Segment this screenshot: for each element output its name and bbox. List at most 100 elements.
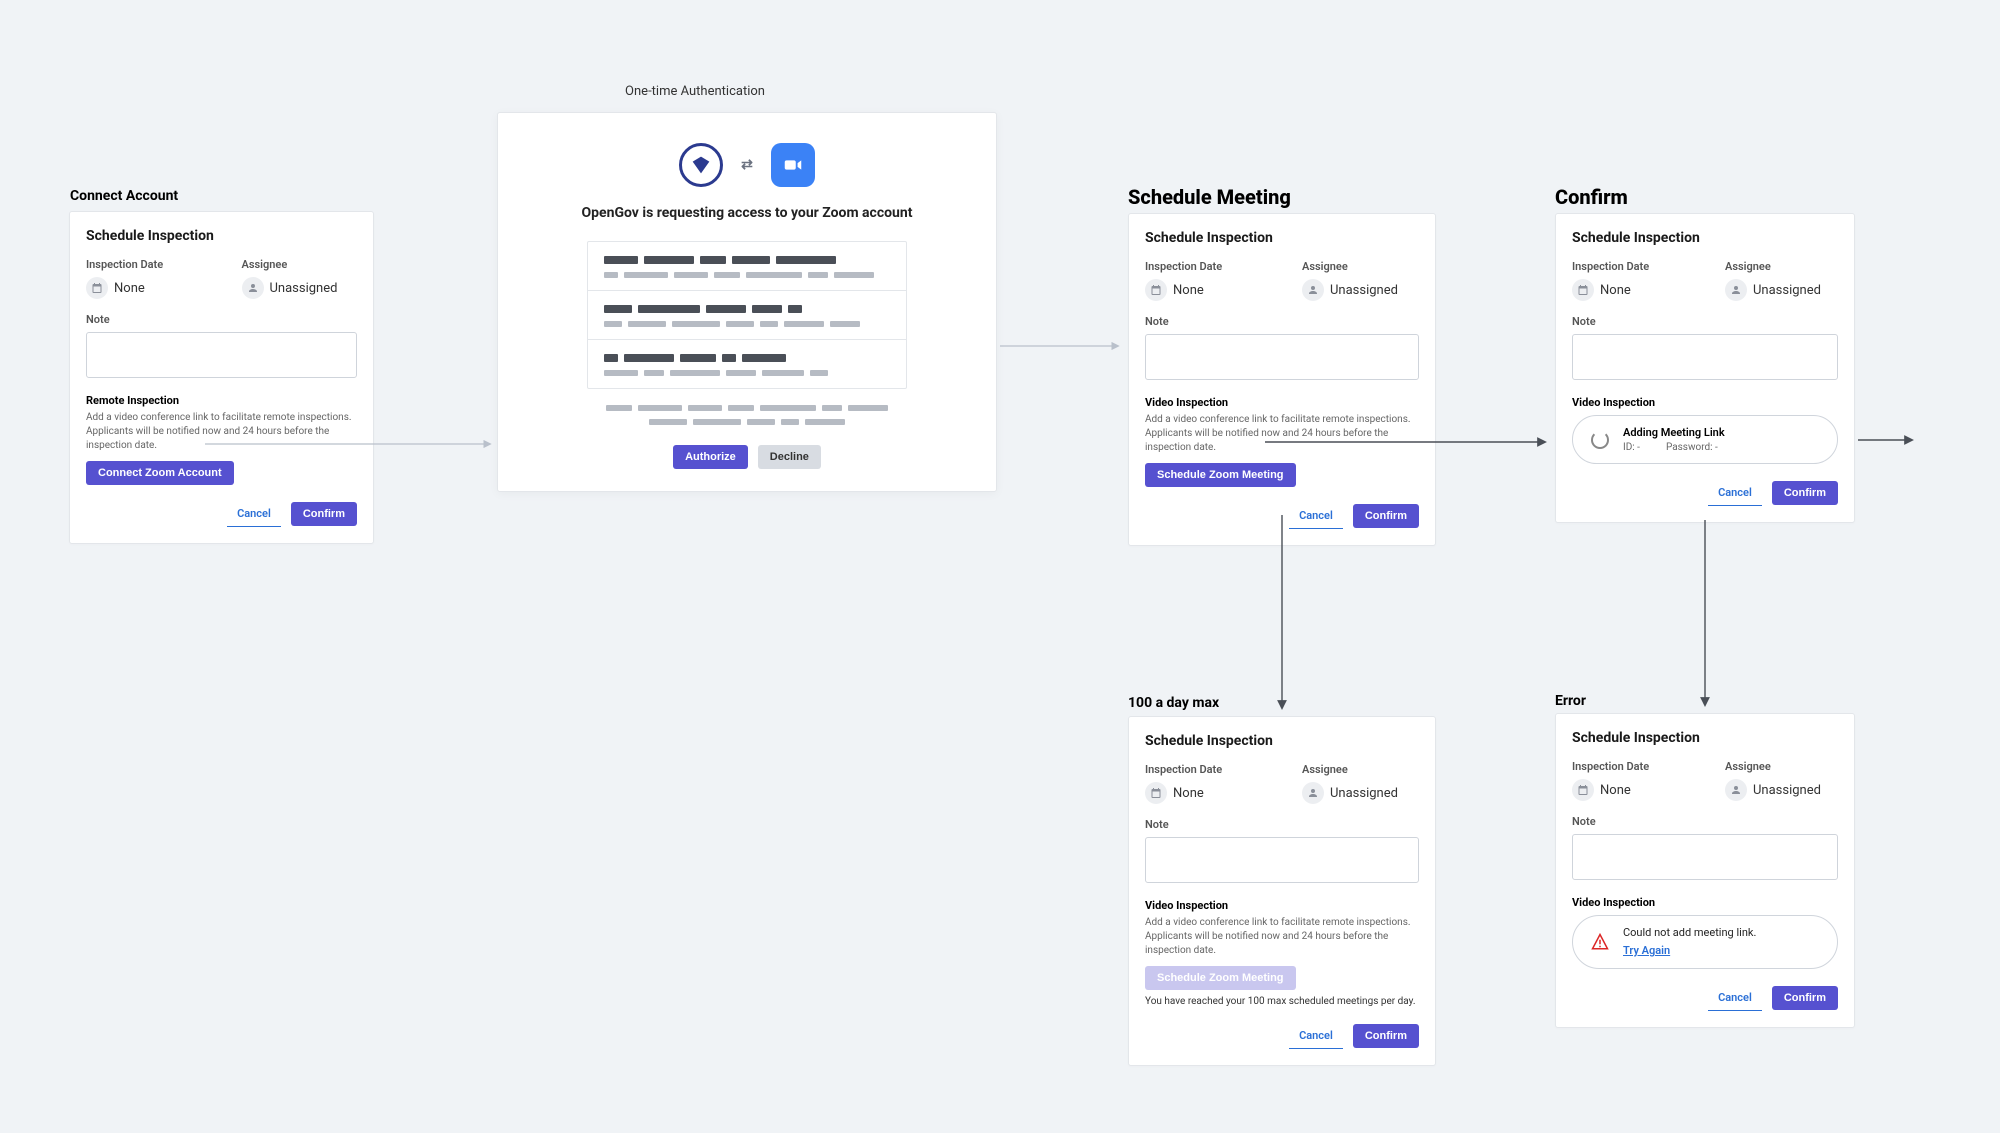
assignee-value[interactable]: Unassigned <box>242 277 338 299</box>
user-icon <box>242 277 264 299</box>
error-card: Schedule Inspection Inspection Date None… <box>1555 713 1855 1028</box>
error-pill: Could not add meeting link. Try Again <box>1572 915 1838 969</box>
inspection-date-label: Inspection Date <box>1572 760 1685 773</box>
inspection-date-label: Inspection Date <box>86 258 202 271</box>
card-title: Schedule Inspection <box>86 228 357 244</box>
card-title: Schedule Inspection <box>1572 230 1838 246</box>
user-icon <box>1302 782 1324 804</box>
note-input[interactable] <box>1572 334 1838 380</box>
confirm-button[interactable]: Confirm <box>1772 481 1838 505</box>
calendar-icon <box>1145 279 1167 301</box>
note-label: Note <box>1572 315 1838 328</box>
section-connect-title: Connect Account <box>70 188 178 204</box>
inspection-date-label: Inspection Date <box>1572 260 1685 273</box>
connect-zoom-button[interactable]: Connect Zoom Account <box>86 461 234 485</box>
assignee-value[interactable]: Unassigned <box>1725 279 1821 301</box>
warning-icon <box>1591 933 1609 951</box>
auth-heading: OpenGov is requesting access to your Zoo… <box>524 205 970 221</box>
inspection-date-value[interactable]: None <box>1572 279 1631 301</box>
assignee-value[interactable]: Unassigned <box>1725 779 1821 801</box>
authorize-button[interactable]: Authorize <box>673 445 748 469</box>
confirm-button[interactable]: Confirm <box>291 502 357 526</box>
video-desc: Add a video conference link to facilitat… <box>1145 413 1419 455</box>
calendar-icon <box>1145 782 1167 804</box>
note-label: Note <box>1572 815 1838 828</box>
auth-card: ⇄ OpenGov is requesting access to your Z… <box>497 112 997 492</box>
cancel-button[interactable]: Cancel <box>227 501 281 527</box>
user-icon <box>1725 779 1747 801</box>
connect-card: Schedule Inspection Inspection Date None… <box>69 211 374 544</box>
user-icon <box>1302 279 1324 301</box>
permission-item <box>588 291 906 340</box>
inspection-date-value[interactable]: None <box>1572 779 1631 801</box>
cancel-button[interactable]: Cancel <box>1708 985 1762 1011</box>
loading-title: Adding Meeting Link <box>1623 426 1725 439</box>
inspection-date-value[interactable]: None <box>1145 279 1204 301</box>
swap-icon: ⇄ <box>741 157 753 173</box>
section-schedule-title: Schedule Meeting <box>1128 185 1291 209</box>
cancel-button[interactable]: Cancel <box>1289 503 1343 529</box>
try-again-link[interactable]: Try Again <box>1623 944 1670 957</box>
spinner-icon <box>1591 431 1609 449</box>
video-header: Video Inspection <box>1145 899 1419 912</box>
assignee-label: Assignee <box>1302 763 1419 776</box>
calendar-icon <box>1572 279 1594 301</box>
opengov-logo <box>679 143 723 187</box>
inspection-date-label: Inspection Date <box>1145 260 1262 273</box>
section-max-title: 100 a day max <box>1128 695 1219 711</box>
zoom-logo <box>771 143 815 187</box>
note-label: Note <box>1145 315 1419 328</box>
remote-desc: Add a video conference link to facilitat… <box>86 411 357 453</box>
note-input[interactable] <box>1572 834 1838 880</box>
note-label: Note <box>1145 818 1419 831</box>
assignee-label: Assignee <box>1302 260 1419 273</box>
note-label: Note <box>86 313 357 326</box>
cancel-button[interactable]: Cancel <box>1289 1023 1343 1049</box>
section-auth-title: One-time Authentication <box>495 84 895 99</box>
assignee-value[interactable]: Unassigned <box>1302 782 1398 804</box>
user-icon <box>1725 279 1747 301</box>
note-input[interactable] <box>1145 334 1419 380</box>
assignee-label: Assignee <box>242 258 358 271</box>
calendar-icon <box>1572 779 1594 801</box>
remote-header: Remote Inspection <box>86 394 357 407</box>
confirm-button[interactable]: Confirm <box>1772 986 1838 1010</box>
section-confirm-title: Confirm <box>1555 185 1628 209</box>
loading-id: ID: - <box>1623 442 1640 453</box>
video-header: Video Inspection <box>1572 896 1838 909</box>
permission-item <box>588 242 906 291</box>
loading-pw: Password: - <box>1666 442 1718 453</box>
assignee-label: Assignee <box>1725 260 1838 273</box>
video-header: Video Inspection <box>1145 396 1419 409</box>
schedule-card: Schedule Inspection Inspection Date None… <box>1128 213 1436 546</box>
video-desc: Add a video conference link to facilitat… <box>1145 916 1419 958</box>
note-input[interactable] <box>1145 837 1419 883</box>
auth-logo-row: ⇄ <box>524 143 970 187</box>
permission-list <box>587 241 907 389</box>
max-card: Schedule Inspection Inspection Date None… <box>1128 716 1436 1066</box>
confirm-card: Schedule Inspection Inspection Date None… <box>1555 213 1855 523</box>
max-notice: You have reached your 100 max scheduled … <box>1145 996 1419 1007</box>
schedule-zoom-button-disabled: Schedule Zoom Meeting <box>1145 966 1296 990</box>
assignee-label: Assignee <box>1725 760 1838 773</box>
inspection-date-value[interactable]: None <box>86 277 145 299</box>
video-header: Video Inspection <box>1572 396 1838 409</box>
note-input[interactable] <box>86 332 357 378</box>
card-title: Schedule Inspection <box>1145 733 1419 749</box>
confirm-button[interactable]: Confirm <box>1353 504 1419 528</box>
card-title: Schedule Inspection <box>1145 230 1419 246</box>
schedule-zoom-button[interactable]: Schedule Zoom Meeting <box>1145 463 1296 487</box>
permission-item <box>588 340 906 388</box>
card-title: Schedule Inspection <box>1572 730 1838 746</box>
cancel-button[interactable]: Cancel <box>1708 480 1762 506</box>
decline-button[interactable]: Decline <box>758 445 821 469</box>
assignee-value[interactable]: Unassigned <box>1302 279 1398 301</box>
loading-pill: Adding Meeting Link ID: - Password: - <box>1572 415 1838 464</box>
inspection-date-value[interactable]: None <box>1145 782 1204 804</box>
inspection-date-label: Inspection Date <box>1145 763 1262 776</box>
calendar-icon <box>86 277 108 299</box>
section-error-title: Error <box>1555 693 1586 709</box>
auth-footnote <box>524 405 970 425</box>
error-text: Could not add meeting link. <box>1623 926 1756 939</box>
confirm-button[interactable]: Confirm <box>1353 1024 1419 1048</box>
